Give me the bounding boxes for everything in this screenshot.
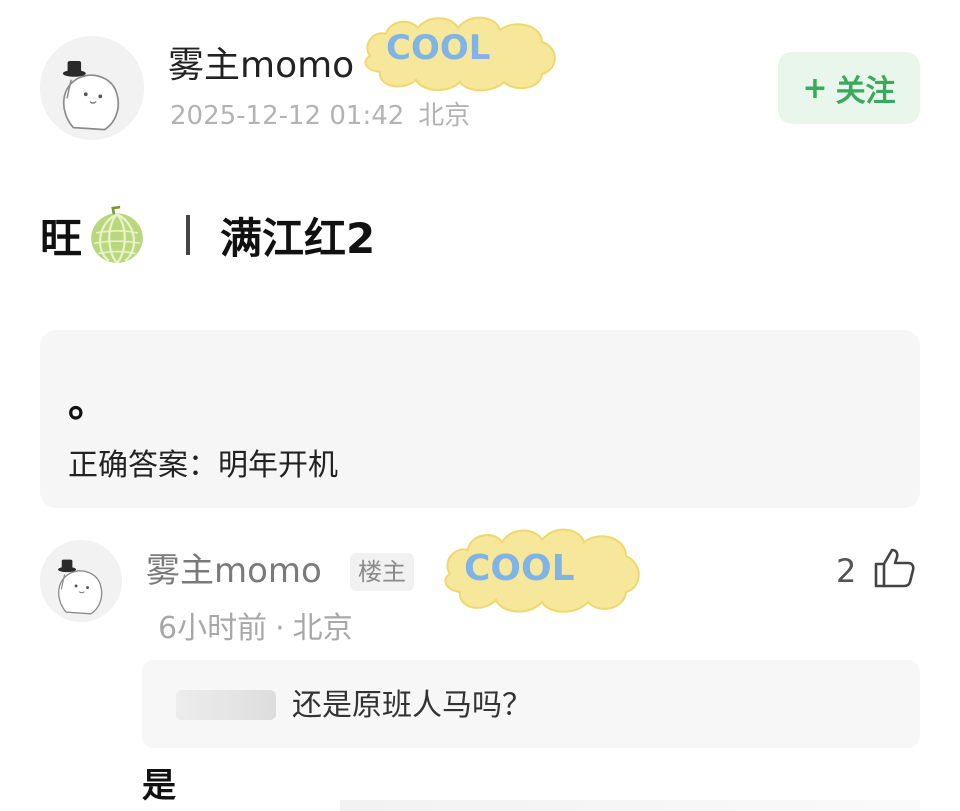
title-main: 满江红2: [220, 213, 376, 263]
post-location: 北京: [418, 101, 471, 131]
reply-quote[interactable]: 还是原班人马吗？: [142, 660, 920, 748]
cool-badge-icon: COOL: [438, 518, 648, 618]
post-title: 旺 满江红2: [40, 200, 375, 270]
comment-body: 是: [142, 766, 176, 806]
cool-badge-text: COOL: [464, 548, 575, 589]
thumbs-up-icon[interactable]: [870, 544, 918, 592]
quote-card: 。 正确答案：明年开机: [40, 330, 920, 508]
blurred-username: [176, 690, 276, 720]
cool-badge-icon: COOL: [356, 4, 566, 94]
comment-author[interactable]: 雾主momo: [146, 546, 322, 596]
plus-icon: +: [802, 70, 828, 106]
post-date: 2025-12-12 01:42: [170, 101, 405, 131]
melon-icon: [86, 204, 148, 266]
reply-quote-text: 还是原班人马吗？: [292, 688, 532, 723]
next-item-peek: [340, 800, 920, 811]
follow-button[interactable]: + 关注: [778, 52, 920, 124]
quote-dot: 。: [68, 380, 108, 426]
post-header: 雾主momo COOL 2025-12-12 01:42 北京 + 关注: [0, 0, 960, 160]
cool-badge-text: COOL: [386, 28, 490, 68]
meta-separator: ·: [275, 611, 285, 646]
author-avatar[interactable]: [40, 36, 144, 140]
author-name[interactable]: 雾主momo: [168, 38, 354, 94]
like-count: 2: [836, 552, 857, 590]
title-divider: [186, 215, 191, 255]
comment-avatar[interactable]: [40, 540, 122, 622]
title-prefix: 旺: [40, 213, 83, 263]
comment-location: 北京: [292, 611, 353, 646]
follow-label: 关注: [835, 74, 896, 109]
quote-answer: 正确答案：明年开机: [68, 448, 338, 483]
avatar-cat-icon: [40, 36, 144, 140]
op-badge: 楼主: [350, 553, 414, 591]
avatar-cat-icon: [40, 540, 122, 622]
post-meta: 2025-12-12 01:42 北京: [170, 98, 470, 134]
comment-meta: 6小时前 · 北京: [158, 608, 353, 650]
comment-time: 6小时前: [158, 611, 268, 646]
